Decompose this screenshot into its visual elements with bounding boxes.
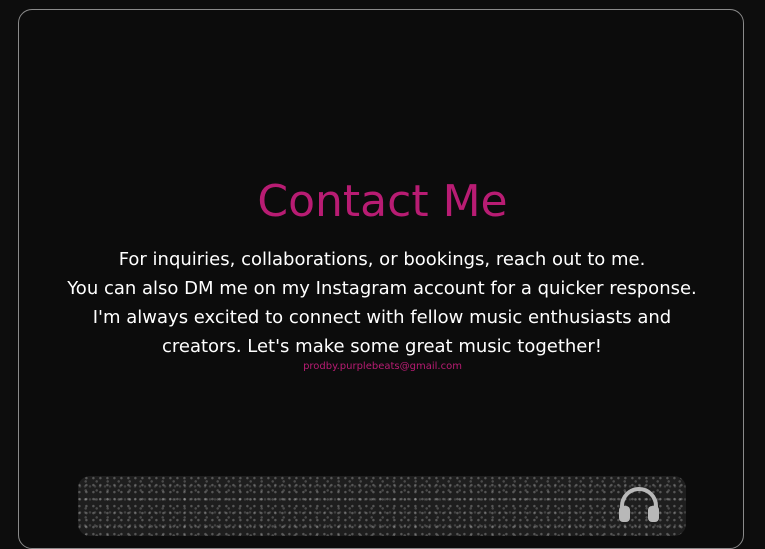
contact-instagram-text: You can also DM me on my Instagram accou… (67, 278, 697, 357)
contact-title: Contact Me (257, 176, 508, 227)
headphones-icon (617, 486, 661, 522)
contact-description: For inquiries, collaborations, or bookin… (58, 245, 706, 361)
contact-intro-line: For inquiries, collaborations, or bookin… (118, 249, 646, 270)
music-banner-image (78, 476, 686, 536)
contact-email-link[interactable]: prodby.purplebeats@gmail.com (0, 360, 765, 373)
